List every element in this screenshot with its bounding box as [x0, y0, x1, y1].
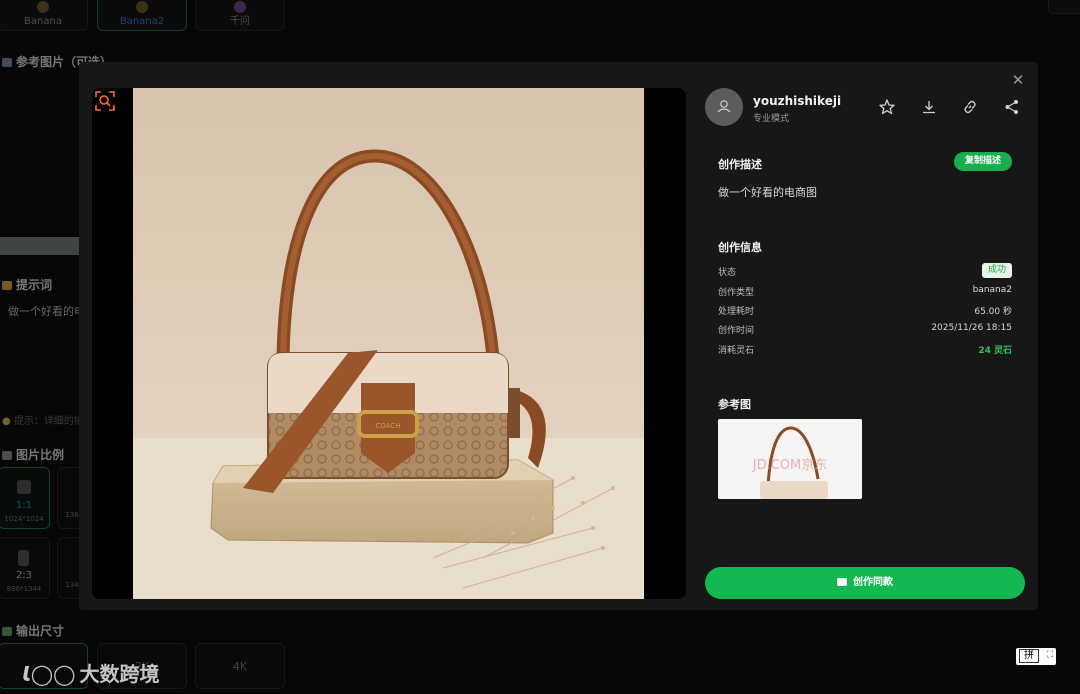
description-title: 创作描述	[718, 158, 762, 171]
magic-icon	[837, 578, 847, 586]
user-mode: 专业模式	[753, 114, 790, 124]
info-row-duration: 处理耗时 65.00 秒	[718, 302, 1012, 318]
reference-watermark: JD.COM京东	[752, 458, 828, 473]
info-value: 65.00 秒	[974, 307, 1012, 317]
ime-settings-icon: ⛶	[1046, 650, 1053, 660]
ime-mode: 拼	[1019, 649, 1039, 663]
create-same-label: 创作同款	[853, 577, 893, 588]
share-icon[interactable]	[1003, 98, 1021, 116]
info-row-cost: 消耗灵石 24 灵石	[718, 341, 1012, 357]
download-icon[interactable]	[920, 98, 938, 116]
info-key: 处理耗时	[718, 307, 755, 317]
close-icon[interactable]: ✕	[1010, 72, 1026, 88]
info-key: 创作时间	[718, 326, 755, 336]
create-same-button[interactable]: 创作同款	[705, 567, 1025, 599]
photo-brand-label: COACH	[375, 422, 400, 430]
info-value: 24 灵石	[978, 346, 1012, 356]
detail-panel: youzhishikeji 专业模式 创作描述 复制描述 做一个好看的电商图 创…	[705, 88, 1025, 600]
reference-image[interactable]: JD.COM京东	[718, 419, 862, 499]
creation-detail-modal: ✕ COACH youzhishikeji 专业模式 创作描述 复制描述 做一个…	[79, 62, 1038, 610]
generated-image[interactable]: COACH	[133, 88, 644, 599]
info-row-time: 创作时间 2025/11/26 18:15	[718, 321, 1012, 337]
info-key: 消耗灵石	[718, 346, 755, 356]
avatar[interactable]	[705, 88, 743, 126]
reference-bag-image: JD.COM京东	[718, 419, 862, 499]
username[interactable]: youzhishikeji	[753, 94, 841, 108]
info-title: 创作信息	[718, 241, 762, 254]
link-icon[interactable]	[961, 98, 979, 116]
info-row-type: 创作类型 banana2	[718, 283, 1012, 299]
info-row-status: 状态 成功	[718, 263, 1012, 279]
copy-description-button[interactable]: 复制描述	[954, 152, 1012, 171]
info-value: banana2	[972, 285, 1012, 295]
status-badge: 成功	[981, 263, 1012, 278]
info-key: 创作类型	[718, 288, 755, 298]
info-key: 状态	[718, 268, 737, 278]
info-value: 2025/11/26 18:15	[931, 323, 1012, 333]
user-icon	[717, 100, 731, 113]
watermark-logo: Ɩ◯◯ 大数跨境	[22, 662, 160, 686]
ime-indicator[interactable]: 拼 ⛶	[1016, 648, 1056, 665]
zoom-search-icon[interactable]	[94, 90, 116, 112]
reference-title: 参考图	[718, 398, 751, 411]
star-icon[interactable]	[878, 98, 896, 116]
image-viewer: COACH	[92, 88, 686, 599]
description-text: 做一个好看的电商图	[718, 186, 817, 199]
